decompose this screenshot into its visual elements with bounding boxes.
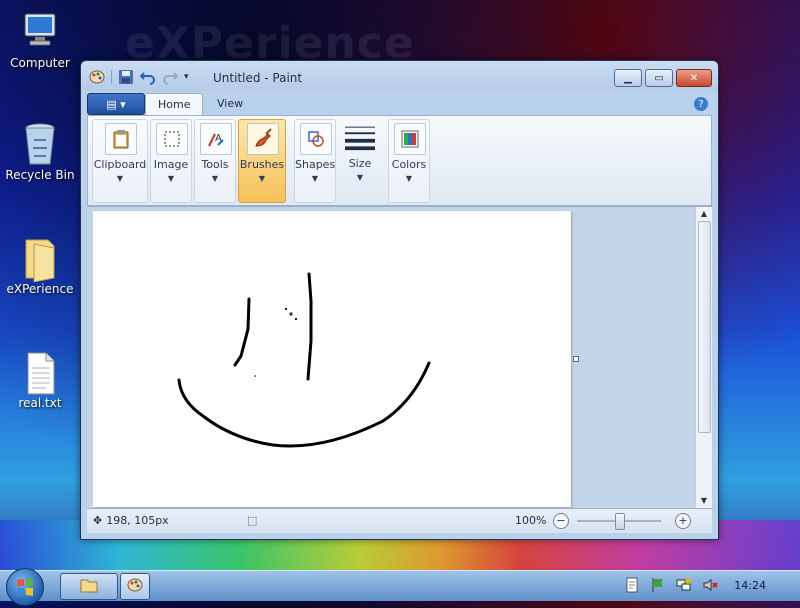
ribbon-group-tools[interactable]: A Tools ▼ [194,119,236,203]
paint-menu-button[interactable]: ▤ ▾ [87,93,145,115]
desktop-icon-label: Recycle Bin [5,168,75,182]
zoom-level: 100% [515,514,547,527]
zoom-slider-thumb[interactable] [615,513,625,530]
text-file-icon [20,350,60,395]
paint-window: ▾ Untitled - Paint ▁ ▭ ✕ ▤ ▾ Home View ?… [80,60,719,540]
ribbon-group-shapes[interactable]: Shapes ▼ [294,119,336,203]
ribbon-group-clipboard[interactable]: Clipboard ▼ [92,119,148,203]
help-icon[interactable]: ? [694,97,708,111]
maximize-icon: ▭ [654,72,664,84]
drawn-dot [254,375,256,377]
folder-icon [20,236,60,283]
close-button[interactable]: ✕ [676,69,712,87]
scrollbar-thumb[interactable] [698,221,711,433]
taskbar-explorer-button[interactable] [60,573,118,600]
selection-size-icon: ⬚ [247,514,258,527]
scroll-up-icon[interactable]: ▲ [696,207,712,221]
close-icon: ✕ [689,72,699,84]
quick-access-toolbar: ▾ [89,69,200,85]
desktop-icon-label: real.txt [18,396,62,410]
desktop-icon-computer[interactable]: Computer [4,10,76,70]
system-tray [610,571,800,601]
zoom-out-button[interactable]: − [553,513,569,529]
ribbon-group-label: Colors [391,158,427,171]
ribbon-group-colors[interactable]: Colors ▼ [388,119,430,203]
image-select-icon [156,123,188,155]
vertical-scrollbar[interactable]: ▲ ▼ [695,207,712,508]
chevron-down-icon: ▼ [258,174,266,183]
ribbon-group-label: Shapes [295,158,336,171]
ribbon-group-size[interactable]: Size ▼ [338,119,382,201]
crosshair-cursor [284,307,298,321]
status-bar: ✥ 198, 105px ⬚ 100% − + [87,508,712,533]
cursor-position-text: 198, 105px [106,514,169,527]
canvas-drawing [177,272,431,448]
desktop-icon-label: Computer [10,56,70,70]
volume-muted-icon[interactable] [702,577,718,596]
drawn-stroke [233,297,251,367]
menu-icon: ▤ ▾ [106,97,126,111]
desktop-icon-experience-folder[interactable]: eXPerience [4,236,76,296]
ribbon-tabs: ▤ ▾ Home View ? [87,91,712,116]
chevron-down-icon: ▼ [211,174,219,183]
minus-icon: − [556,514,566,527]
network-icon[interactable] [676,577,692,596]
line-size-icon [345,122,375,152]
action-center-flag-icon[interactable] [650,577,666,596]
chevron-down-icon: ▼ [116,174,124,183]
title-bar[interactable]: ▾ Untitled - Paint ▁ ▭ ✕ [81,61,718,91]
redo-icon[interactable] [162,69,179,85]
canvas-resize-handle[interactable] [573,356,579,362]
taskbar-clock[interactable]: 14:24 [734,579,766,592]
ribbon-group-label: Size [348,157,372,170]
chevron-down-icon: ▼ [311,174,319,183]
cursor-position: ✥ 198, 105px [93,514,169,527]
paint-app-icon[interactable] [89,69,105,85]
chevron-down-icon: ▼ [356,173,364,182]
move-cursor-icon: ✥ [93,514,103,527]
plus-icon: + [678,514,688,527]
ribbon-group-label: Brushes [239,158,285,171]
ribbon-group-image[interactable]: Image ▼ [150,119,192,203]
drawn-stroke [177,361,431,448]
ribbon-group-brushes[interactable]: Brushes ▼ [238,119,286,203]
chevron-down-icon: ▼ [405,174,413,183]
paint-app-icon [126,577,144,596]
canvas-workspace: ▲ ▼ [87,206,712,508]
ribbon-group-label: Tools [201,158,229,171]
shapes-icon [300,123,332,155]
save-icon[interactable] [118,69,134,85]
scroll-down-icon[interactable]: ▼ [696,494,712,508]
minimize-button[interactable]: ▁ [614,69,642,87]
ribbon-group-label: Clipboard [93,158,147,171]
tab-view[interactable]: View [205,93,255,115]
desktop-icon-recycle-bin[interactable]: Recycle Bin [4,122,76,182]
customize-toolbar-icon[interactable]: ▾ [184,69,200,85]
desktop-icon-real-txt[interactable]: real.txt [4,350,76,410]
maximize-button[interactable]: ▭ [645,69,673,87]
selection-size: ⬚ [247,514,257,527]
window-title: Untitled - Paint [213,71,303,85]
desktop-icon-label: eXPerience [6,282,74,296]
drawing-canvas[interactable] [93,211,579,507]
tools-icon: A [200,123,232,155]
ribbon-group-label: Image [153,158,189,171]
recycle-bin-icon [20,122,60,165]
taskbar-paint-button[interactable] [120,573,150,600]
zoom-in-button[interactable]: + [675,513,691,529]
ribbon: Clipboard ▼ Image ▼ A Tools ▼ Brushes ▼ [87,115,712,206]
brush-icon [247,123,279,155]
undo-icon[interactable] [139,69,156,85]
chevron-down-icon: ▼ [167,174,175,183]
taskbar: 14:24 [0,568,800,606]
drawn-stroke [306,272,313,381]
clipboard-icon [105,123,137,155]
tab-home[interactable]: Home [145,93,204,116]
minimize-icon: ▁ [624,72,632,84]
computer-icon [20,10,60,50]
notification-document-icon[interactable] [624,577,640,596]
explorer-folder-icon [80,577,98,596]
color-palette-icon [394,123,426,155]
start-button[interactable] [6,568,44,606]
